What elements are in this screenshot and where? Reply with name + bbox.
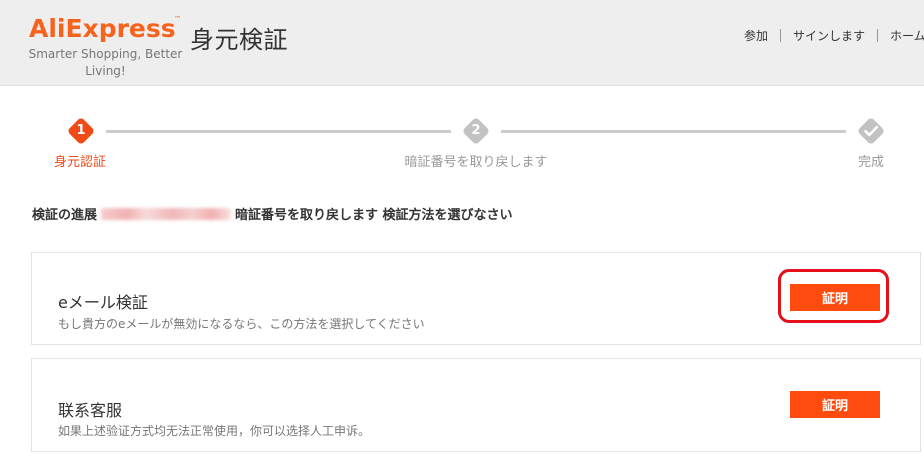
step-badge: 2 [461,116,491,146]
nav-divider [877,29,879,42]
progress-prefix: 検証の進展 [32,208,98,223]
join-link[interactable]: 参加 [744,29,768,43]
redacted-email [101,208,232,220]
option-title: 联系客服 [58,401,123,420]
progress-summary: 検証の進展 暗証番号を取り戻します 検証方法を選びなさい [32,204,513,223]
page-title: 身元検証 [190,26,288,54]
verify-email-button[interactable]: 証明 [790,284,880,311]
step-number: 2 [471,123,481,138]
option-description: 如果上述验证方式均无法正常使用，你可以选择人工申诉。 [58,424,371,438]
step-label: 完成 [857,155,884,170]
contact-support-button[interactable]: 証明 [790,391,880,418]
progress-stepper: 1 身元認証 2 暗証番号を取り戻します 完成 [0,115,924,195]
nav-divider [780,29,782,42]
aliexpress-logo[interactable]: AliExpress ™ [28,10,183,46]
sign-in-link[interactable]: サインします [793,29,865,43]
step-number: 1 [76,123,86,138]
step-label: 身元認証 [53,155,106,170]
check-icon [858,118,884,144]
svg-text:™: ™ [174,15,181,23]
logo-graphic: AliExpress ™ [29,14,181,43]
step-badge [856,116,886,146]
option-description: もし貴方のeメールが無効になるなら、この方法を選択してください [58,317,425,331]
step-badge: 1 [66,116,96,146]
option-customer-service: 联系客服 如果上述验证方式均无法正常使用，你可以选择人工申诉。 証明 [31,358,921,452]
logo-tagline: Smarter Shopping, Better Living! [28,47,183,78]
top-nav: 参加 サインします ホーム [744,27,924,44]
logo-block: AliExpress ™ Smarter Shopping, Better Li… [28,10,188,80]
step-connector [501,130,846,133]
step-connector [106,130,451,133]
logo-wordmark: AliExpress [29,14,176,43]
option-title: eメール検証 [58,293,148,312]
progress-suffix: 暗証番号を取り戻します 検証方法を選びなさい [235,208,513,223]
home-link[interactable]: ホーム [890,29,924,43]
option-email-verification: eメール検証 もし貴方のeメールが無効になるなら、この方法を選択してください 証… [31,252,921,345]
header: AliExpress ™ Smarter Shopping, Better Li… [0,0,924,86]
step-label: 暗証番号を取り戻します [404,155,548,170]
